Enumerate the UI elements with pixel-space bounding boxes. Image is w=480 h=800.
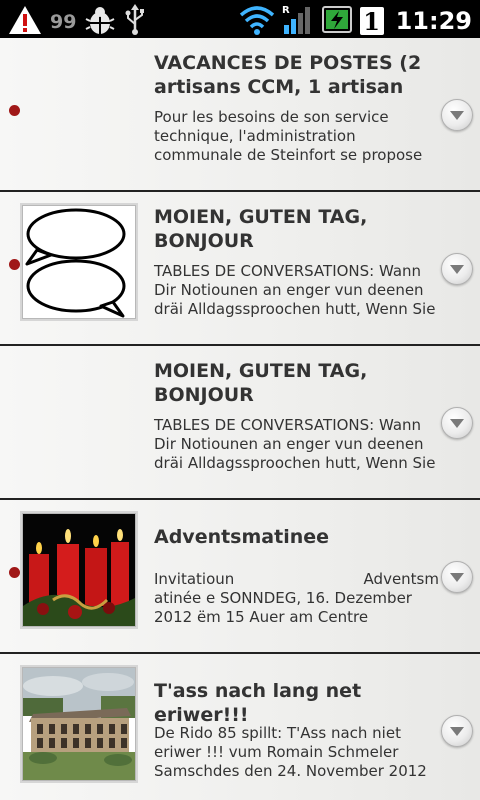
unread-indicator — [9, 105, 20, 116]
item-description: TABLES DE CONVERSATIONS: Wann Dir Notiou… — [154, 262, 436, 318]
advent-candles-image — [22, 513, 136, 627]
list-item[interactable]: VACANCES DE POSTES (2 artisans CCM, 1 ar… — [0, 38, 480, 192]
list-item[interactable]: Adventsmatinee Invitatioun Adventsm atiné… — [0, 500, 480, 654]
list-item[interactable]: MOIEN, GUTEN TAG, BONJOUR TABLES DE CONV… — [0, 192, 480, 346]
item-title: Adventsmatinee — [154, 526, 330, 548]
speech-bubbles-image — [22, 205, 136, 319]
battery-level-badge: 1 — [359, 7, 384, 36]
battery-charging-icon[interactable] — [321, 4, 354, 38]
unread-indicator — [9, 567, 20, 578]
notification-count: 99 — [50, 11, 77, 33]
warning-icon[interactable] — [8, 5, 42, 39]
wifi-icon[interactable] — [238, 3, 276, 39]
item-title: T'ass nach lang net eriwer!!! — [154, 680, 362, 726]
unread-indicator — [9, 259, 20, 270]
news-list: VACANCES DE POSTES (2 artisans CCM, 1 ar… — [0, 38, 480, 800]
status-bar: 99 R 1 11:29 — [0, 0, 480, 38]
expand-arrow-icon[interactable] — [441, 561, 473, 593]
building-photo-image — [22, 667, 136, 781]
list-item[interactable]: T'ass nach lang net eriwer!!! De Rido 85… — [0, 654, 480, 800]
svg-text:R: R — [282, 5, 290, 16]
item-description: De Rido 85 spillt: T'Ass nach niet eriwe… — [154, 724, 427, 780]
item-description: TABLES DE CONVERSATIONS: Wann Dir Notiou… — [154, 416, 436, 472]
expand-arrow-icon[interactable] — [441, 407, 473, 439]
item-title: VACANCES DE POSTES (2 artisans CCM, 1 ar… — [154, 52, 422, 98]
item-title: MOIEN, GUTEN TAG, BONJOUR — [154, 206, 368, 252]
usb-icon[interactable] — [124, 4, 146, 40]
list-item[interactable]: MOIEN, GUTEN TAG, BONJOUR TABLES DE CONV… — [0, 346, 480, 500]
expand-arrow-icon[interactable] — [441, 715, 473, 747]
expand-arrow-icon[interactable] — [441, 253, 473, 285]
item-description: Pour les besoins de son service techniqu… — [154, 108, 423, 164]
expand-arrow-icon[interactable] — [441, 99, 473, 131]
item-title: MOIEN, GUTEN TAG, BONJOUR — [154, 360, 368, 406]
item-description: Invitatioun Adventsm atinée e SONNDEG, 16… — [154, 570, 439, 626]
debug-bug-icon[interactable] — [84, 4, 116, 40]
clock-time: 11:29 — [395, 7, 472, 35]
signal-icon[interactable]: R — [282, 3, 316, 39]
